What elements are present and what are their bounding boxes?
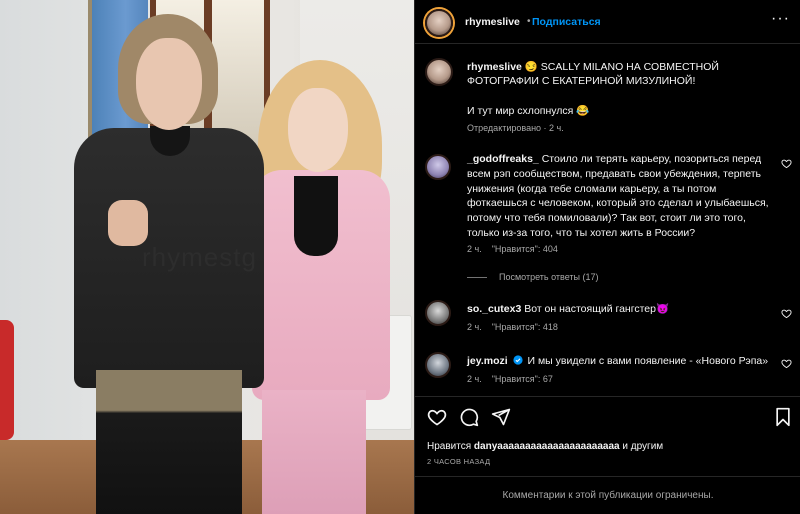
share-icon[interactable]: [491, 407, 511, 427]
heart-icon[interactable]: [781, 308, 792, 319]
comment-likes[interactable]: "Нравится": 404: [492, 244, 558, 254]
photo-woman-top: [294, 176, 338, 256]
caption-line-2: И тут мир схлопнулся 😂: [467, 105, 590, 117]
comment-meta: 2 ч. "Нравится": 404: [467, 244, 558, 254]
author-username[interactable]: rhymeslive: [465, 16, 520, 28]
comment-body: И мы увидели с вами появление - «Нового …: [527, 355, 769, 367]
post-photo[interactable]: rhymestg: [0, 0, 414, 514]
comment-avatar[interactable]: [425, 352, 451, 378]
photo-man-hand: [108, 200, 148, 246]
comment-text: so._cutex3 Вот он настоящий гангстер😈: [467, 302, 777, 317]
comment-body: Стоило ли терять карьеру, позориться пер…: [467, 153, 769, 239]
comment-body: Вот он настоящий гангстер😈: [524, 303, 670, 315]
comment-likes[interactable]: "Нравится": 67: [492, 374, 553, 384]
comment-text: jey.mozi И мы увидели с вами появление -…: [467, 354, 777, 369]
comments-list[interactable]: rhymeslive 😏 SCALLY MILANO НА СОВМЕСТНОЙ…: [415, 44, 800, 396]
view-replies-label: Посмотреть ответы (17): [499, 272, 599, 282]
comment-avatar[interactable]: [425, 300, 451, 326]
comment-time: 2 ч.: [467, 244, 482, 254]
follow-button[interactable]: Подписаться: [532, 16, 601, 28]
comment-username[interactable]: so._cutex3: [467, 303, 521, 315]
like-icon[interactable]: [427, 407, 447, 427]
heart-icon[interactable]: [781, 358, 792, 369]
comment-avatar[interactable]: [425, 154, 451, 180]
author-avatar[interactable]: [425, 9, 453, 37]
caption-meta: Отредактировано · 2 ч.: [467, 123, 564, 133]
photo-watermark: rhymestg: [142, 242, 257, 272]
comments-restricted-label: Комментарии к этой публикации ограничены…: [502, 490, 714, 501]
photo-woman-face: [288, 88, 348, 172]
comment-time: 2 ч.: [467, 322, 482, 332]
photo-man-pants: [96, 370, 242, 514]
comment-username[interactable]: _godoffreaks_: [467, 153, 539, 165]
replies-divider: [467, 276, 487, 278]
likes-summary[interactable]: Нравится danyaaaaaaaaaaaaaaaaaaaaaa и др…: [427, 441, 663, 452]
comment-icon[interactable]: [459, 407, 479, 427]
verified-badge-icon: [512, 355, 523, 365]
caption-username[interactable]: rhymeslive: [467, 61, 522, 73]
comment-username[interactable]: jey.mozi: [467, 355, 508, 367]
post-sidebar: rhymeslive • Подписаться ··· rhymeslive …: [414, 0, 800, 514]
caption-avatar[interactable]: [425, 58, 453, 86]
post-timestamp: 2 ЧАСОВ НАЗАД: [427, 457, 491, 466]
photo-red-flag: [0, 320, 14, 440]
more-options-icon[interactable]: ···: [771, 10, 790, 28]
comment-meta: 2 ч. "Нравится": 418: [467, 322, 558, 332]
likes-suffix[interactable]: и другим: [622, 441, 663, 452]
action-bar: Нравится danyaaaaaaaaaaaaaaaaaaaaaa и др…: [415, 396, 800, 476]
caption-text: rhymeslive 😏 SCALLY MILANO НА СОВМЕСТНОЙ…: [467, 60, 773, 88]
photo-man-face: [136, 38, 202, 130]
bookmark-icon[interactable]: [773, 407, 793, 427]
post-viewer: rhymestg rhymeslive • Подписаться ··· rh…: [0, 0, 800, 514]
heart-icon[interactable]: [781, 158, 792, 169]
comments-restricted-footer: Комментарии к этой публикации ограничены…: [415, 476, 800, 514]
comment-likes[interactable]: "Нравится": 418: [492, 322, 558, 332]
comment-meta: 2 ч. "Нравится": 67: [467, 374, 553, 384]
comment-text: _godoffreaks_ Стоило ли терять карьеру, …: [467, 152, 777, 241]
header-separator: •: [527, 16, 531, 27]
view-replies-button[interactable]: Посмотреть ответы (17): [467, 272, 599, 282]
likes-user[interactable]: danyaaaaaaaaaaaaaaaaaaaaaa: [474, 441, 620, 452]
likes-prefix: Нравится: [427, 441, 472, 452]
post-header: rhymeslive • Подписаться ···: [415, 0, 800, 44]
photo-woman-pants: [262, 390, 366, 514]
comment-time: 2 ч.: [467, 374, 482, 384]
